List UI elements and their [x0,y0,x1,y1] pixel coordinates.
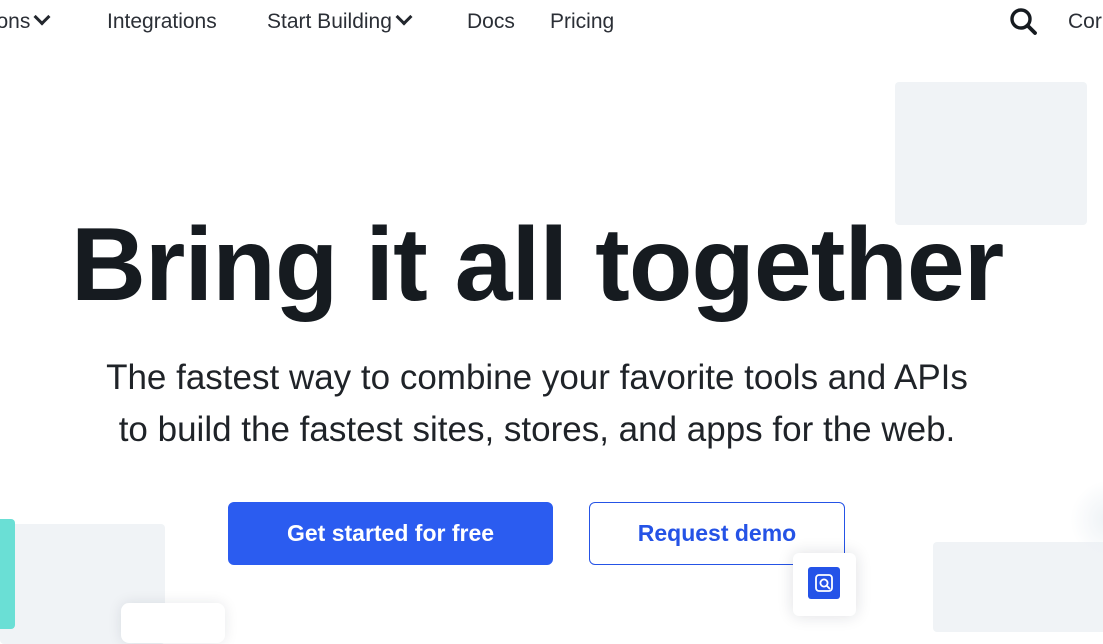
nav-item-label: Start Building [267,10,392,33]
nav-item-label: tions [0,10,31,33]
nav-item-pricing[interactable]: Pricing [550,9,614,35]
chat-widget-button[interactable] [793,553,856,616]
hero-subtitle-line-2: to build the fastest sites, stores, and … [118,410,956,449]
hero-subtitle-line-1: The fastest way to combine your favorite… [106,358,968,397]
nav-item-label: Integrations [107,10,217,33]
search-icon [1010,8,1037,35]
nav-item-label: Docs [467,10,515,33]
nav-item-label: Pricing [550,10,615,33]
chevron-down-icon [395,8,413,26]
hero-title: Bring it all together [70,207,1004,323]
chevron-down-icon [33,8,51,26]
nav-item-contact[interactable]: Cor [1068,9,1102,35]
nav-item-start-building[interactable]: Start Building [267,8,413,35]
hero-subtitle: The fastest way to combine your favorite… [0,352,1074,456]
top-navigation: tions Integrations Start Building Docs P… [0,0,1103,44]
decorative-card [121,603,225,643]
chat-widget-icon [815,574,833,592]
decorative-teal-strip [0,519,15,629]
nav-item-docs[interactable]: Docs [467,9,515,35]
nav-item-integrations[interactable]: Integrations [107,9,217,35]
chat-widget-badge [808,567,840,599]
nav-item-solutions[interactable]: tions [0,8,51,35]
search-button[interactable] [1008,6,1040,38]
get-started-button[interactable]: Get started for free [228,502,553,565]
